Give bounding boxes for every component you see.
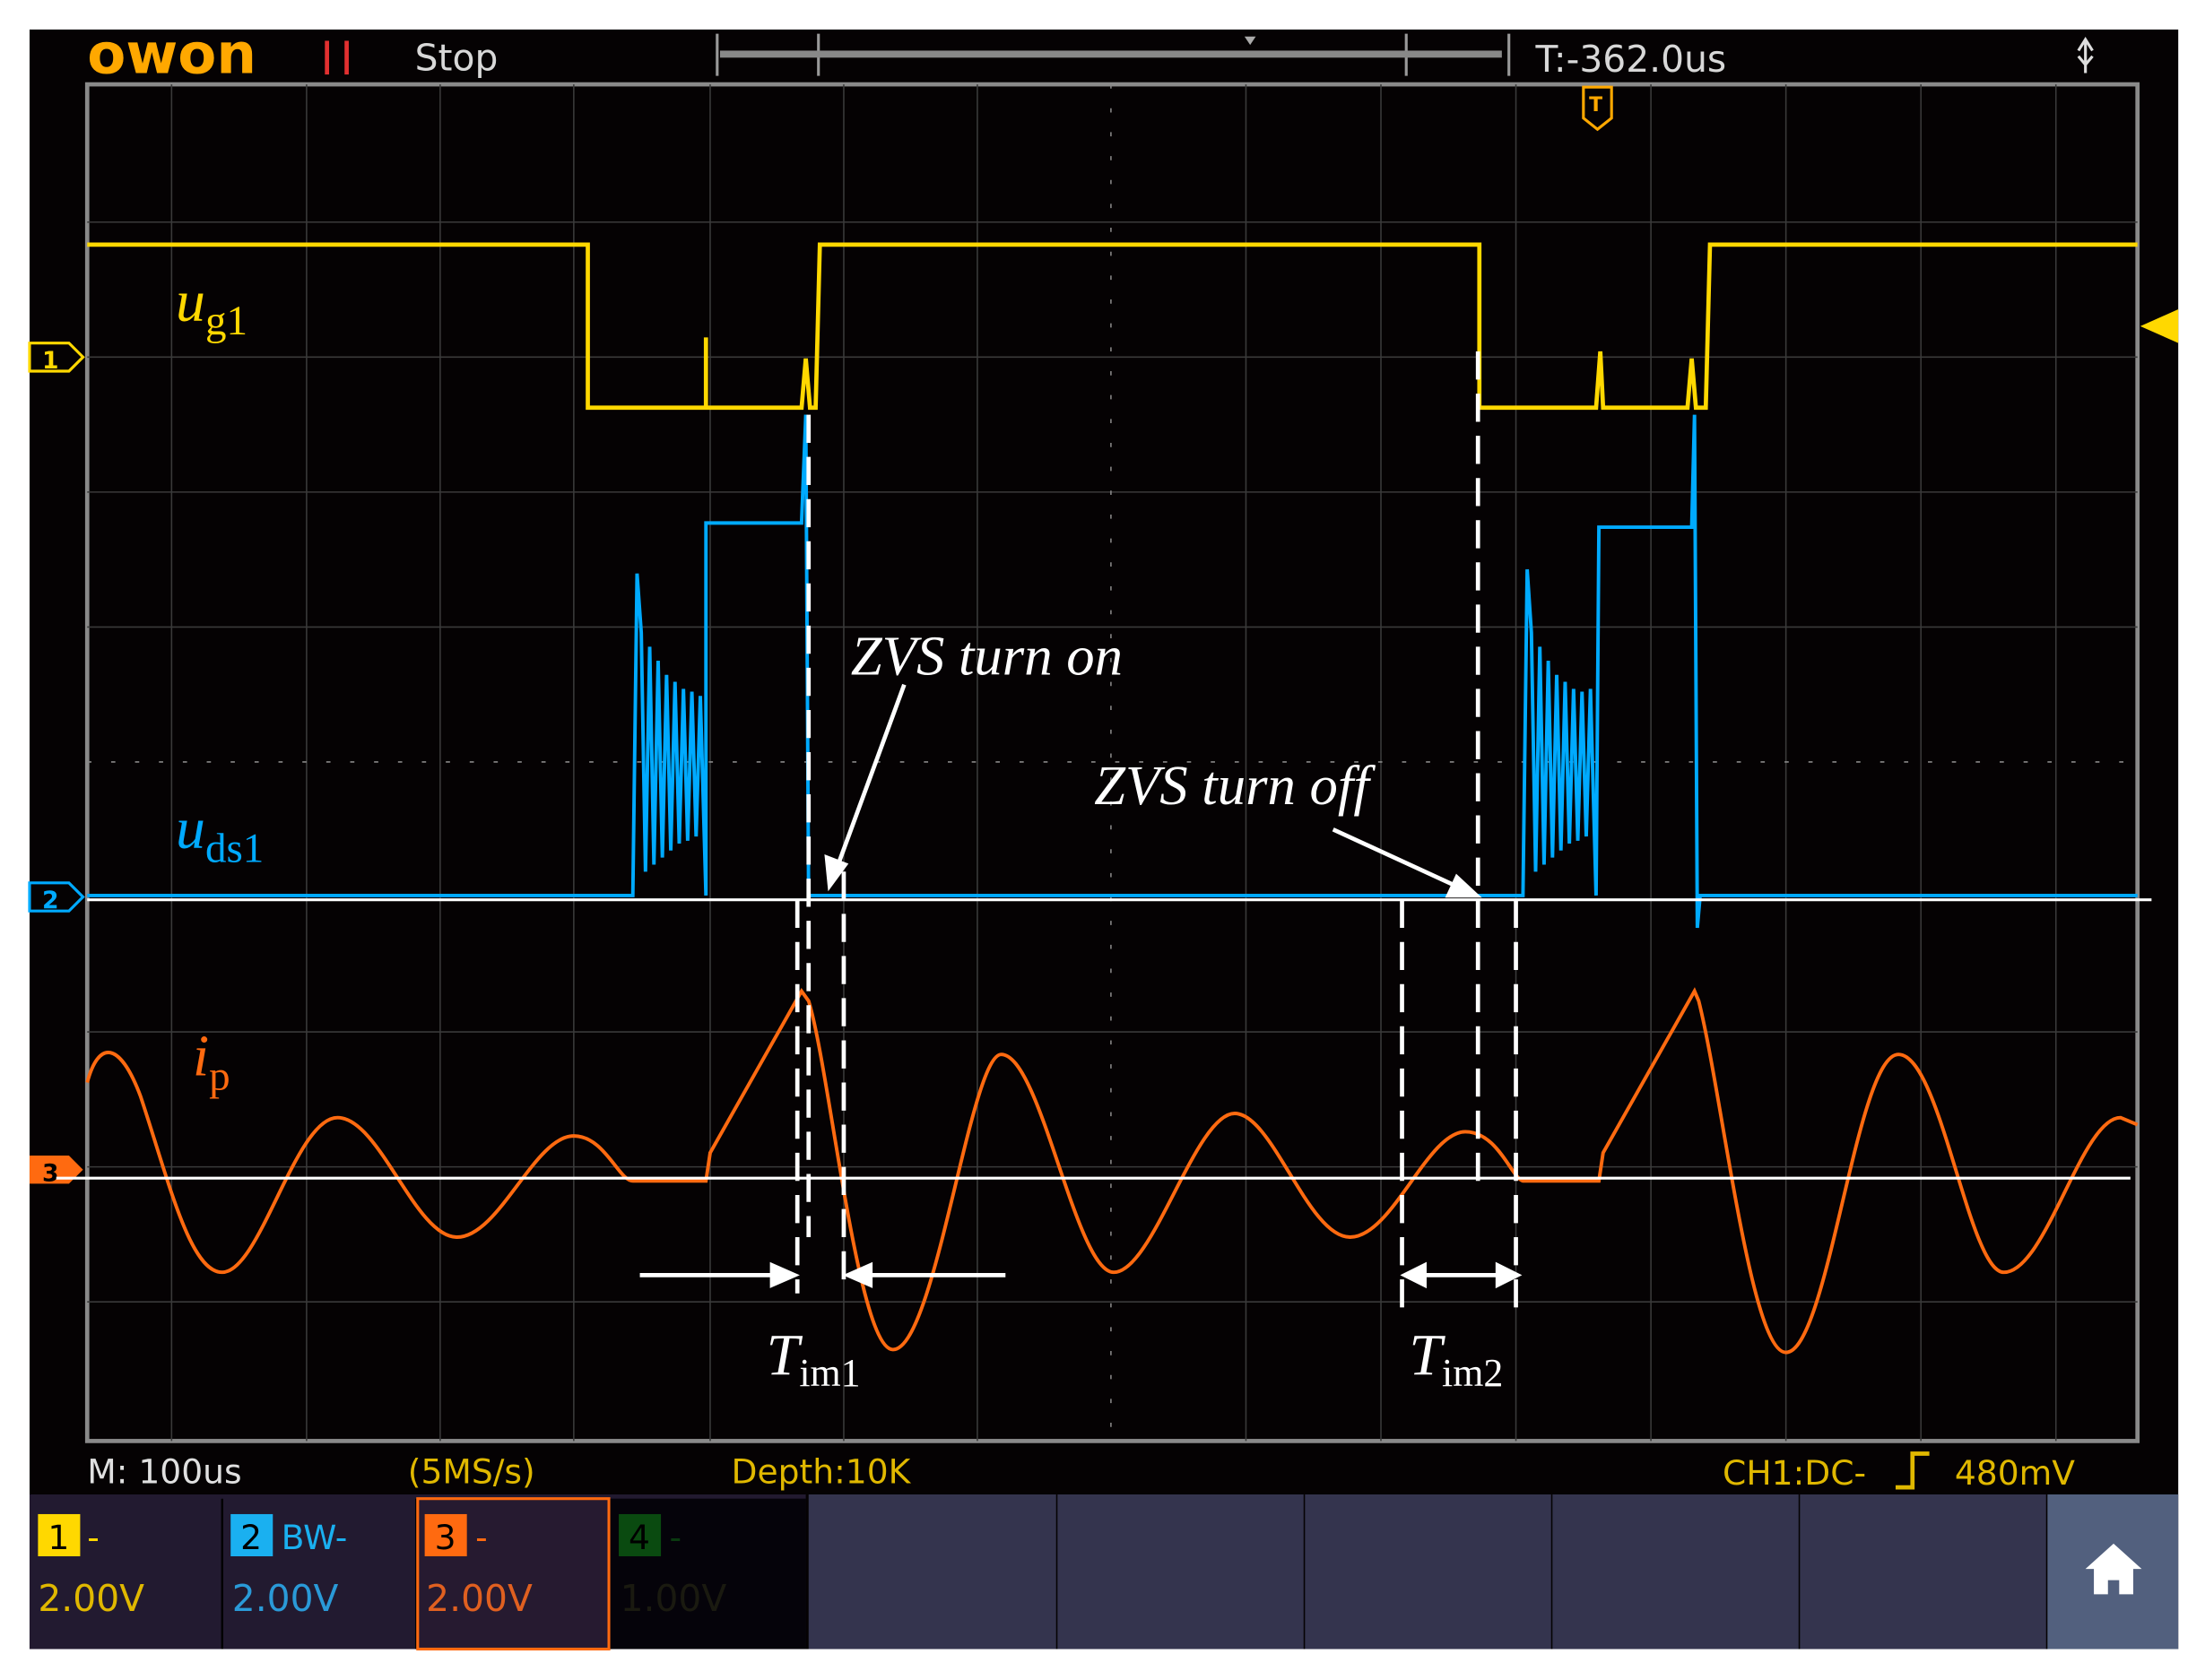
trigger-source: CH1:DC- [1723,1453,1866,1493]
svg-text:T: T [1589,94,1602,117]
soft-key-5[interactable] [1800,1494,2045,1650]
brand-logo: owon [87,22,256,87]
soft-key-1[interactable] [809,1494,1056,1650]
sample-rate: (5MS/s) [408,1451,535,1491]
soft-key-2[interactable] [1057,1494,1303,1650]
timebase: M: 100us [87,1451,241,1491]
channel-3-button[interactable]: 3 - 2.00V [418,1499,609,1650]
svg-text:3: 3 [42,1159,59,1187]
svg-text:BW-: BW- [282,1518,348,1557]
soft-key-3[interactable] [1305,1494,1550,1650]
svg-text:-: - [87,1518,100,1557]
svg-text:2: 2 [240,1518,262,1557]
svg-text:3: 3 [435,1518,456,1557]
scope-screen [30,30,2178,1650]
svg-text:2: 2 [42,887,59,914]
svg-text:2.00V: 2.00V [426,1577,533,1620]
svg-text:1: 1 [48,1518,69,1557]
soft-menu-buttons[interactable] [809,1494,2046,1650]
label-zvs-turn-off: ZVS turn off [1094,754,1376,817]
svg-text:2.00V: 2.00V [38,1577,144,1620]
soft-key-4[interactable] [1552,1494,1798,1650]
home-button[interactable] [2047,1494,2178,1650]
trigger-level: 480mV [1955,1453,2075,1493]
svg-text:1.00V: 1.00V [621,1577,727,1620]
oscilloscope-screenshot: owon Stop T:-362.0us T 1 2 3 [0,0,2205,1680]
run-state[interactable]: Stop [415,36,499,79]
trigger-time: T:-362.0us [1535,38,1727,81]
channel-4-button[interactable]: 4 - 1.00V [611,1499,806,1650]
svg-text:-: - [475,1518,488,1557]
svg-text:2.00V: 2.00V [232,1577,339,1620]
memory-depth: Depth:10K [731,1451,911,1491]
label-zvs-turn-on: ZVS turn on [851,625,1123,688]
svg-text:-: - [669,1518,681,1557]
svg-text:1: 1 [42,347,59,375]
svg-text:4: 4 [629,1518,650,1557]
